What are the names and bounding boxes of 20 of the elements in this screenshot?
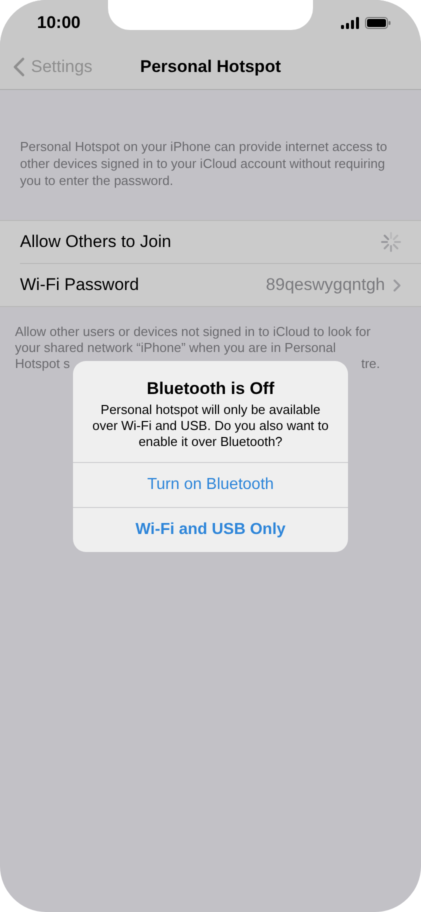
settings-row[interactable]: Allow Others to Join — [0, 221, 421, 263]
password-value: 89qeswygqntgh — [266, 275, 385, 295]
page-title: Personal Hotspot — [140, 57, 281, 77]
battery-icon — [365, 16, 391, 28]
section-footer-text: Hotspot s — [15, 356, 70, 372]
alert-button[interactable]: Turn on Bluetooth — [73, 462, 348, 507]
signal-icon — [341, 16, 360, 28]
status-time: 10:00 — [37, 12, 80, 32]
section-footer-text: your shared network “iPhone” when you are in Personal — [15, 340, 337, 356]
spinner-icon — [381, 232, 401, 252]
back-chevron-icon — [13, 57, 25, 77]
settings-row[interactable]: Wi-Fi Password 89qeswygqntgh — [20, 263, 421, 306]
back-button[interactable]: Settings — [0, 57, 92, 77]
alert-message: Personal hotspot will only be available over Wi-Fi and USB. Do you also want to enable it over Bluetooth? — [91, 402, 330, 450]
alert-button[interactable]: Wi-Fi and USB Only — [73, 507, 348, 552]
section-footer-text: Allow other users or devices not signed in to iCloud to look for — [15, 324, 372, 340]
alert-title: Bluetooth is Off — [146, 379, 274, 399]
chevron-icon — [393, 278, 401, 292]
section-description: Personal Hotspot on your iPhone can provide internet access to other devices signed in to your iCloud account without requiring you to enter the password. — [19, 138, 388, 189]
section-footer-text: tre. — [361, 356, 380, 372]
